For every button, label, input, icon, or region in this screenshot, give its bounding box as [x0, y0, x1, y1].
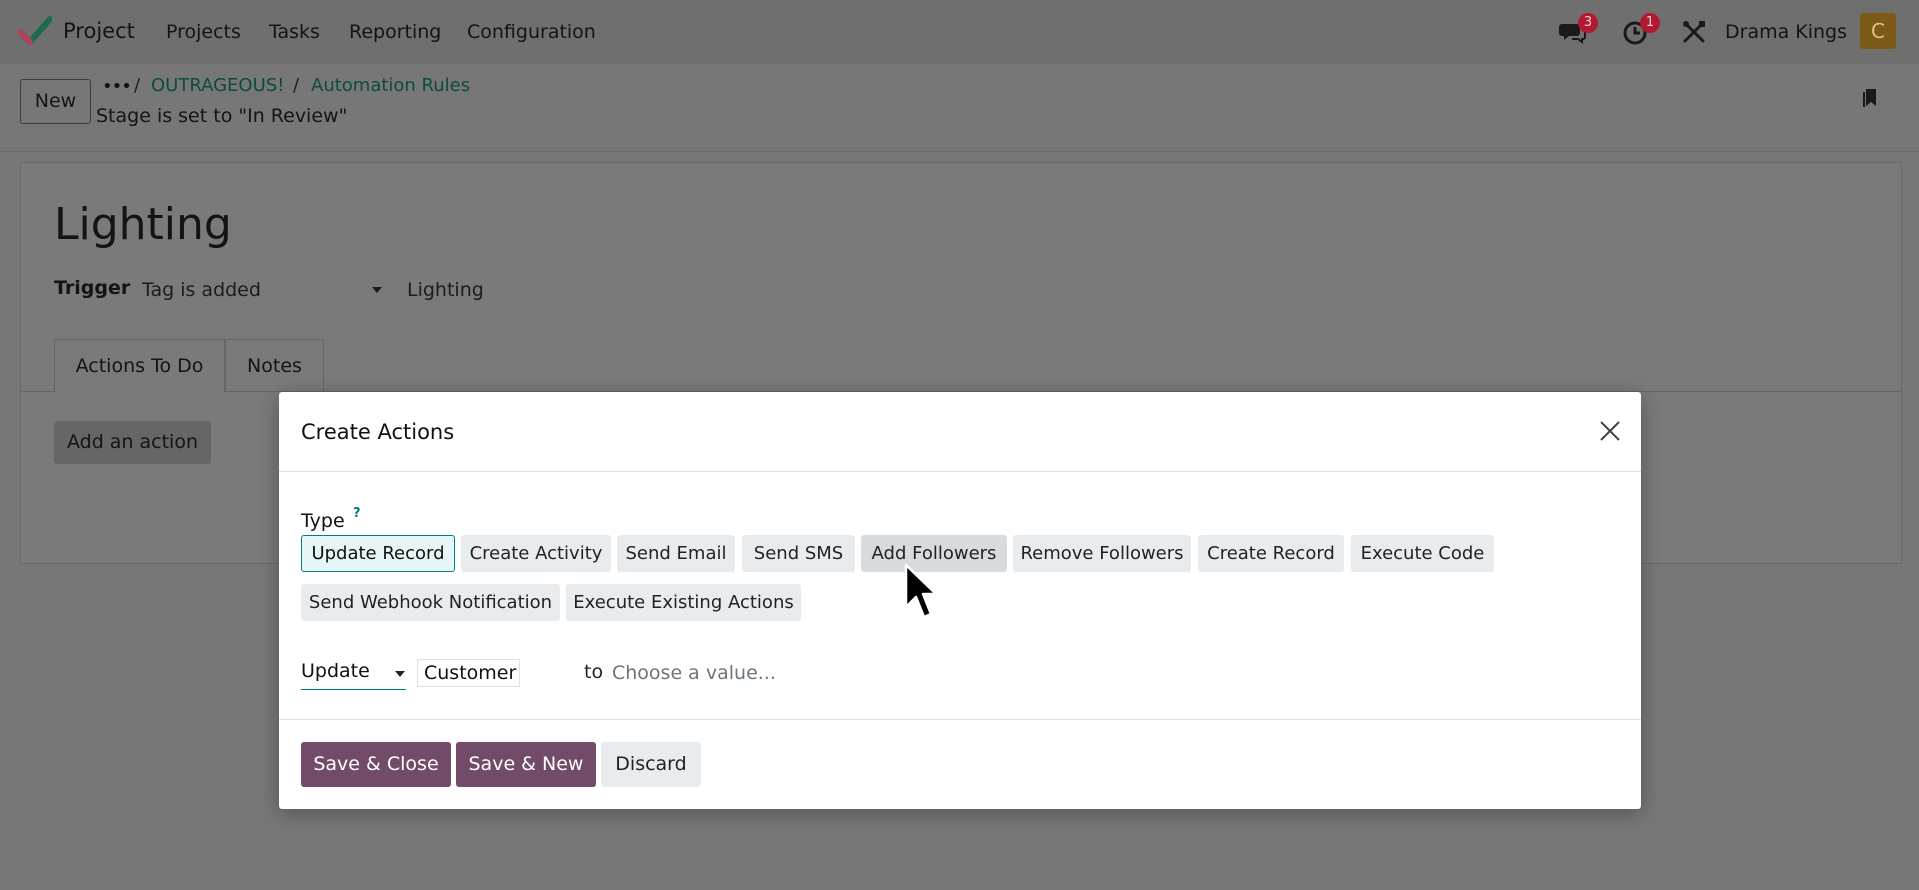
type-send-email[interactable]: Send Email: [617, 535, 735, 572]
record-name: Stage is set to "In Review": [96, 105, 348, 127]
tab-notes[interactable]: Notes: [225, 339, 324, 392]
project-logo-icon[interactable]: [18, 16, 52, 46]
caret-down-icon[interactable]: [372, 287, 382, 293]
top-navbar: Project Projects Tasks Reporting Configu…: [0, 0, 1919, 64]
tools-icon[interactable]: [1680, 18, 1708, 46]
record-title[interactable]: Lighting: [54, 199, 232, 250]
menu-configuration[interactable]: Configuration: [467, 21, 596, 43]
dialog-title: Create Actions: [301, 420, 455, 444]
save-new-button[interactable]: Save & New: [456, 742, 596, 787]
breadcrumb-more-button[interactable]: •••: [102, 76, 132, 97]
tab-actions-to-do[interactable]: Actions To Do: [54, 339, 225, 392]
trigger-select[interactable]: Tag is added: [142, 279, 261, 301]
breadcrumb-automation-rules[interactable]: Automation Rules: [311, 75, 470, 96]
save-close-button[interactable]: Save & Close: [301, 742, 451, 787]
type-create-activity[interactable]: Create Activity: [461, 535, 611, 572]
field-select[interactable]: Customer: [417, 659, 520, 687]
type-execute-existing-actions[interactable]: Execute Existing Actions: [566, 584, 801, 621]
type-create-record[interactable]: Create Record: [1198, 535, 1344, 572]
update-mode-select[interactable]: Update: [301, 660, 406, 690]
mouse-cursor-icon: [904, 563, 938, 619]
close-icon[interactable]: [1597, 418, 1623, 444]
company-name[interactable]: Drama Kings: [1725, 21, 1847, 43]
menu-tasks[interactable]: Tasks: [269, 21, 320, 43]
breadcrumb-separator: /: [293, 75, 300, 96]
type-label: Type: [301, 510, 345, 532]
app-name[interactable]: Project: [63, 19, 135, 43]
dialog-footer-divider: [279, 719, 1641, 720]
type-remove-followers[interactable]: Remove Followers: [1013, 535, 1191, 572]
breadcrumb-separator: /: [134, 75, 141, 96]
to-label: to: [584, 661, 604, 683]
control-panel: New ••• / OUTRAGEOUS! / Automation Rules…: [0, 64, 1919, 188]
create-actions-dialog: Create Actions Type ? Update Record Crea…: [279, 392, 1641, 809]
discard-button[interactable]: Discard: [601, 742, 701, 787]
help-tooltip-icon[interactable]: ?: [353, 506, 361, 521]
type-update-record[interactable]: Update Record: [301, 535, 455, 572]
messages-badge: 3: [1578, 13, 1598, 33]
breadcrumb-outrageous[interactable]: OUTRAGEOUS!: [151, 75, 284, 96]
type-send-webhook[interactable]: Send Webhook Notification: [301, 584, 560, 621]
avatar[interactable]: C: [1860, 13, 1896, 49]
dialog-header: Create Actions: [279, 392, 1641, 472]
caret-down-icon[interactable]: [395, 671, 405, 677]
add-action-button[interactable]: Add an action: [54, 421, 211, 464]
activities-badge: 1: [1640, 13, 1660, 33]
trigger-tag[interactable]: Lighting: [407, 279, 484, 301]
bookmark-icon[interactable]: [1860, 86, 1882, 108]
menu-projects[interactable]: Projects: [166, 21, 241, 43]
type-send-sms[interactable]: Send SMS: [742, 535, 855, 572]
new-button[interactable]: New: [20, 79, 91, 124]
value-input[interactable]: [612, 658, 912, 688]
type-execute-code[interactable]: Execute Code: [1351, 535, 1494, 572]
menu-reporting[interactable]: Reporting: [349, 21, 441, 43]
trigger-label: Trigger: [54, 277, 131, 299]
